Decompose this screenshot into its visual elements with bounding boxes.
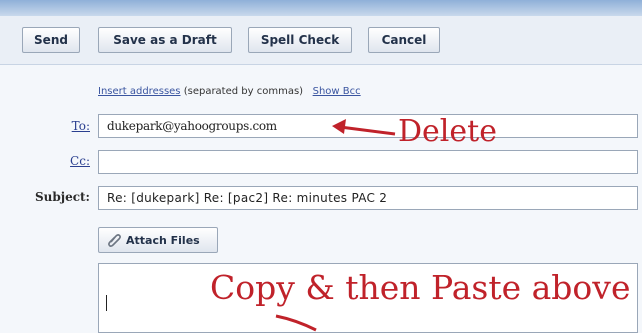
compose-toolbar: Send Save as a Draft Spell Check Cancel [0, 16, 642, 65]
to-field-value: dukepark@yahoogroups.com [107, 119, 277, 133]
instructions-text: (separated by commas) [183, 86, 304, 97]
cc-label[interactable]: Cc: [70, 154, 90, 168]
copy-paste-annotation: Copy & then Paste above [210, 268, 631, 307]
window-top-bar [0, 0, 642, 16]
insert-addresses-link[interactable]: Insert addresses [98, 86, 181, 97]
cancel-button[interactable]: Cancel [368, 27, 440, 53]
save-draft-button[interactable]: Save as a Draft [98, 27, 232, 53]
address-instructions: Insert addresses (separated by commas) S… [98, 86, 361, 97]
send-button[interactable]: Send [22, 27, 80, 53]
to-field[interactable]: dukepark@yahoogroups.com [98, 114, 638, 138]
cc-field[interactable] [98, 150, 638, 174]
subject-field[interactable]: Re: [dukepark] Re: [pac2] Re: minutes PA… [98, 186, 638, 210]
attach-files-label: Attach Files [126, 233, 200, 247]
delete-annotation: Delete [398, 114, 497, 149]
text-caret [106, 295, 107, 311]
to-label[interactable]: To: [72, 119, 90, 133]
attach-files-button[interactable]: Attach Files [98, 227, 218, 253]
show-bcc-link[interactable]: Show Bcc [313, 86, 361, 97]
paperclip-icon [108, 234, 121, 247]
spell-check-button[interactable]: Spell Check [248, 27, 352, 53]
subject-label: Subject: [34, 190, 90, 204]
